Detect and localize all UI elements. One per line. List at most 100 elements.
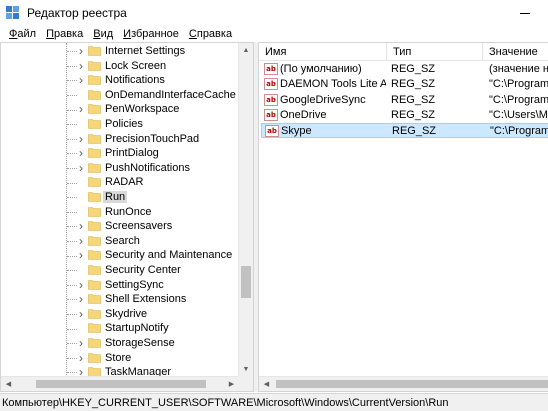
menu-help[interactable]: Справка [184, 28, 237, 40]
tree-item-label: Security Center [105, 264, 181, 276]
chevron-right-icon[interactable]: › [76, 249, 86, 261]
tree-item[interactable]: › Lock Screen [1, 59, 239, 74]
tree-horizontal-scrollbar[interactable]: ◀ ▶ [1, 376, 239, 391]
menu-view[interactable]: Вид [88, 28, 118, 40]
value-row[interactable]: ab(По умолчанию) REG_SZ (значение не [261, 62, 548, 77]
menu-file[interactable]: Файл [4, 28, 41, 40]
chevron-right-icon[interactable]: › [76, 235, 86, 247]
tree-item[interactable]: › Search [1, 234, 239, 249]
tree-item[interactable]: › Skydrive [1, 307, 239, 322]
tree-item-label: SettingSync [105, 278, 164, 291]
value-type: REG_SZ [391, 93, 436, 106]
tree-vertical-scrollbar[interactable]: ▲ ▼ [238, 43, 253, 377]
tree-item[interactable]: › SettingSync [1, 278, 239, 293]
chevron-right-icon[interactable]: › [76, 147, 86, 159]
column-data[interactable]: Значение [483, 43, 548, 60]
value-type: REG_SZ [391, 108, 436, 121]
column-type[interactable]: Тип [387, 43, 483, 60]
chevron-right-icon[interactable]: › [76, 74, 86, 86]
value-data: "C:\Program F [490, 125, 548, 138]
status-bar-path: Компьютер\HKEY_CURRENT_USER\SOFTWARE\Mic… [0, 393, 548, 411]
value-data: "C:\Users\M M [489, 108, 548, 121]
string-value-icon: ab [265, 125, 279, 138]
tree-item-label: RADAR [105, 176, 144, 189]
tree-item-label: Store [105, 351, 132, 364]
tree-item-label: Security and Maintenance [105, 249, 233, 262]
value-name: OneDrive [280, 108, 327, 121]
value-data: "C:\Program F [489, 93, 548, 106]
tree-item-label: Screensavers [105, 220, 173, 233]
tree-item[interactable]: RunOnce [1, 205, 239, 220]
chevron-right-icon[interactable]: › [76, 45, 86, 57]
tree-item[interactable]: › PrecisionTouchPad [1, 132, 239, 147]
scroll-left-icon[interactable]: ◀ [1, 377, 16, 391]
chevron-right-icon[interactable]: › [76, 293, 86, 305]
tree-item[interactable]: › Shell Extensions [1, 292, 239, 307]
chevron-right-icon[interactable]: › [76, 337, 86, 349]
tree-connector-line [67, 211, 77, 213]
tree-item[interactable]: › PrintDialog [1, 146, 239, 161]
tree-item[interactable]: › Notifications [1, 73, 239, 88]
tree-item[interactable]: › Security and Maintenance [1, 248, 239, 263]
window-title: Редактор реестра [27, 6, 127, 20]
scroll-left-icon[interactable]: ◀ [259, 377, 274, 391]
tree-item-label: StorageSense [105, 337, 175, 349]
tree-item[interactable]: Run [1, 190, 239, 205]
tree-item-label: PenWorkspace [105, 103, 180, 116]
column-name[interactable]: Имя [259, 43, 387, 60]
scrollbar-corner [238, 376, 253, 391]
key-tree-pane[interactable]: › Internet Settings › Lock Screen › Notificat… [0, 42, 254, 392]
chevron-right-icon[interactable]: › [76, 162, 86, 174]
chevron-right-icon[interactable]: › [76, 103, 86, 115]
menu-edit[interactable]: Правка [41, 28, 88, 40]
tree-item-label: PrecisionTouchPad [105, 132, 200, 145]
value-data: "C:\Program F [489, 78, 548, 91]
tree-connector-line [67, 197, 77, 199]
minimize-button[interactable] [502, 0, 548, 26]
value-row[interactable]: abDAEMON Tools Lite Au... REG_SZ "C:\Progr… [261, 77, 548, 92]
value-row[interactable]: abSkype REG_SZ "C:\Program F [261, 123, 548, 139]
tree-item[interactable]: › Internet Settings [1, 44, 239, 59]
chevron-right-icon[interactable]: › [76, 279, 86, 291]
registry-editor-icon [6, 6, 19, 19]
scroll-down-icon[interactable]: ▼ [239, 362, 253, 377]
string-value-icon: ab [264, 93, 278, 106]
tree-item[interactable]: RADAR [1, 175, 239, 190]
tree-item[interactable]: › StorageSense [1, 336, 239, 351]
chevron-right-icon[interactable]: › [76, 308, 86, 320]
tree-item[interactable]: Security Center [1, 263, 239, 278]
tree-item[interactable]: OnDemandInterfaceCache [1, 88, 239, 103]
tree-item[interactable]: › Store [1, 351, 239, 366]
tree-item[interactable]: › Screensavers [1, 219, 239, 234]
values-pane[interactable]: Имя Тип Значение ab (По умолчанию) REG_SZ(… [258, 42, 548, 392]
folder-icon [88, 235, 101, 246]
chevron-right-icon[interactable]: › [76, 133, 86, 145]
folder-icon [88, 294, 101, 304]
tree-item-label: Run [103, 191, 128, 203]
tree-item-label: PushNotifications [105, 161, 190, 174]
tree-item[interactable]: Policies [1, 117, 239, 132]
folder-icon [88, 119, 101, 129]
tree-item-label: RunOnce [105, 205, 152, 218]
chevron-right-icon[interactable]: › [76, 352, 86, 364]
tree-item[interactable]: › PushNotifications [1, 161, 239, 176]
tree-connector-line [67, 95, 77, 97]
minimize-icon [520, 12, 530, 14]
tree-item-label: Shell Extensions [105, 293, 187, 306]
folder-icon [88, 89, 101, 100]
value-row[interactable]: abOneDrive REG_SZ "C:\Users\M M [261, 108, 548, 123]
tree-item[interactable]: StartupNotify [1, 321, 239, 336]
values-horizontal-scroll-thumb[interactable] [276, 380, 548, 388]
tree-item[interactable]: › PenWorkspace [1, 102, 239, 117]
tree-vertical-scroll-thumb[interactable] [241, 266, 251, 298]
chevron-right-icon[interactable]: › [76, 60, 86, 72]
tree-horizontal-scroll-thumb[interactable] [36, 380, 206, 388]
scroll-up-icon[interactable]: ▲ [239, 43, 253, 58]
value-row[interactable]: abGoogleDriveSync REG_SZ "C:\Program F [261, 93, 548, 108]
chevron-right-icon[interactable]: › [76, 220, 86, 232]
menu-favorites[interactable]: Избранное [118, 28, 184, 40]
scroll-right-icon[interactable]: ▶ [224, 377, 239, 391]
value-type: REG_SZ [392, 125, 437, 138]
values-horizontal-scrollbar[interactable]: ◀ [259, 376, 548, 391]
folder-icon [88, 60, 101, 71]
